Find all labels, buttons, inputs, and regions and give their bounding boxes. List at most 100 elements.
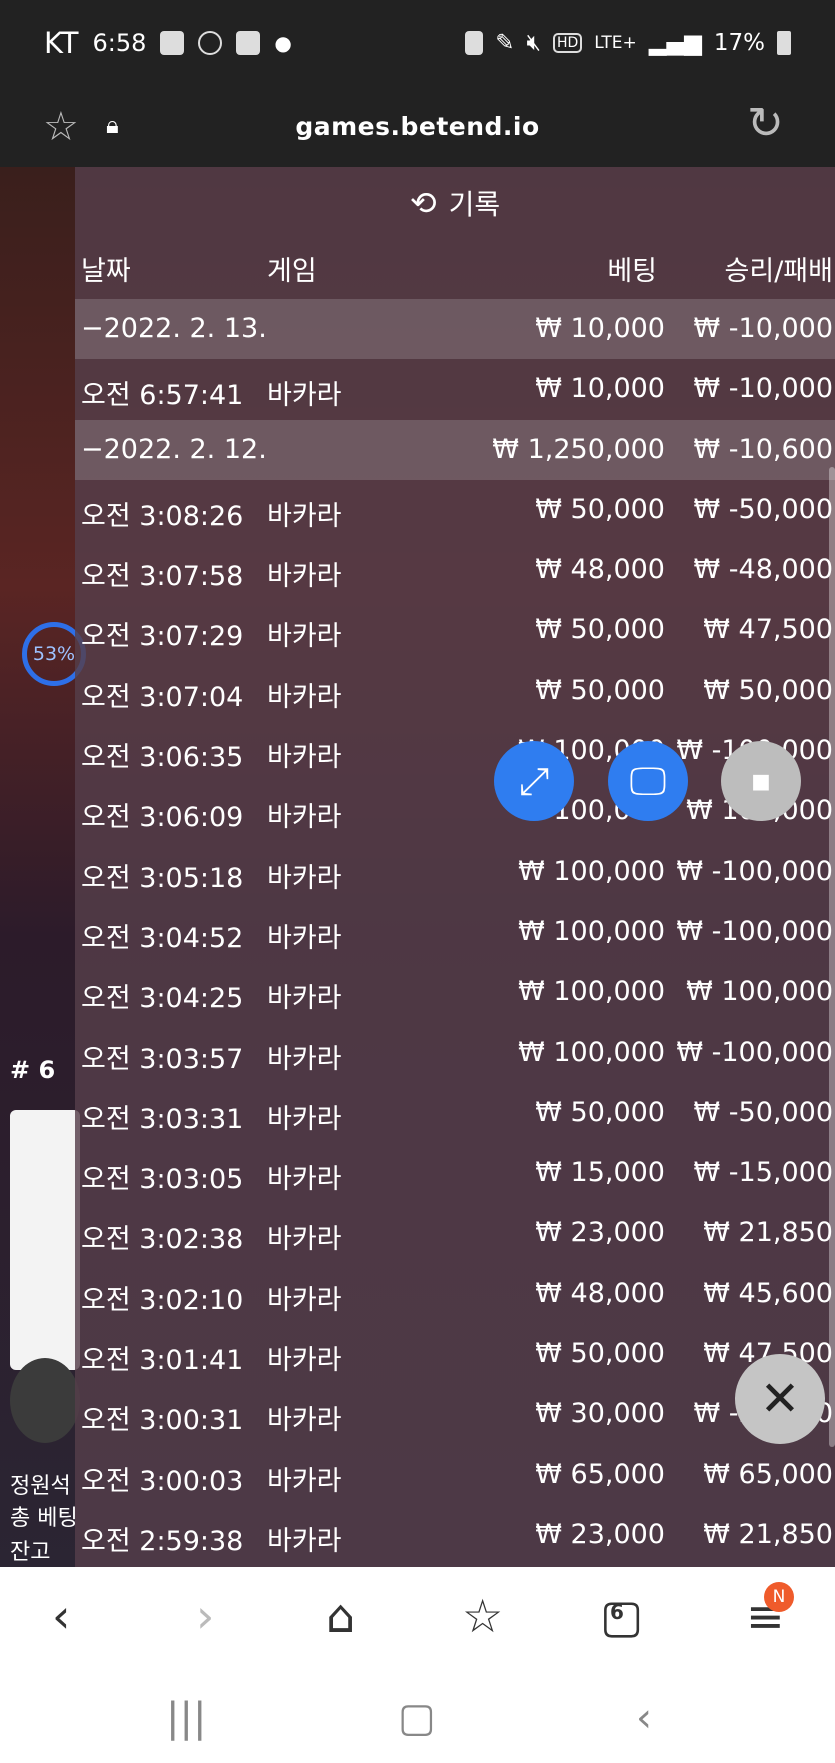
column-headers: 날짜 게임 베팅 승리/패배 (75, 239, 835, 299)
history-rows: −2022. 2. 13. ₩ 10,000 ₩ -10,000 오전 6:57:41… (75, 299, 835, 1565)
monitor-button[interactable]: 🖵︎ (608, 741, 688, 821)
cell-win-loss: ₩ -50,000 (693, 1096, 834, 1128)
cell-win-loss: ₩ 65,000 (703, 1458, 833, 1490)
weather-icon (198, 31, 223, 55)
home-button-icon[interactable]: ▢ (398, 1695, 436, 1741)
cell-win-loss: ₩ -50,000 (693, 493, 834, 525)
cell-game: 바카라 (267, 1345, 342, 1377)
cell-bet: ₩ 50,000 (535, 493, 665, 525)
cell-bet: ₩ 10,000 (535, 313, 665, 344)
cell-game: 바카라 (267, 802, 342, 834)
cell-bet: ₩ 50,000 (535, 1338, 665, 1370)
system-nav-bar: ||| ▢ ‹ (0, 1677, 835, 1763)
cell-date: 오전 3:02:10 (81, 1284, 244, 1316)
col-header-date: 날짜 (81, 256, 131, 287)
cell-date: −2022. 2. 12. (81, 433, 267, 465)
history-row: 오전 3:07:29 바카라 ₩ 50,000 ₩ 47,500 (75, 600, 835, 660)
panel-header: ⟲ 기록 (75, 167, 835, 239)
history-row: 오전 3:02:10 바카라 ₩ 48,000 ₩ 45,600 (75, 1264, 835, 1324)
cell-date: 오전 3:07:04 (81, 681, 244, 713)
total-bet-label: 총 베팅 (10, 1506, 78, 1531)
cell-game: 바카라 (267, 500, 342, 532)
history-icon: ⟲ (409, 184, 437, 222)
cell-date: 오전 3:06:09 (81, 802, 244, 834)
cell-bet: ₩ 50,000 (535, 1096, 665, 1128)
cell-date: 오전 3:03:31 (81, 1103, 244, 1135)
cell-bet: ₩ 100,000 (518, 976, 665, 1008)
shopping-bag-icon (160, 31, 185, 55)
cell-date: 오전 3:02:38 (81, 1224, 244, 1256)
cell-date: 오전 3:06:35 (81, 742, 244, 774)
expand-button[interactable]: ⤢ (494, 741, 574, 821)
cell-game: 바카라 (267, 862, 342, 894)
cell-bet: ₩ 100,000 (518, 855, 665, 887)
cell-date: 오전 3:03:57 (81, 1043, 244, 1075)
cell-bet: ₩ 1,250,000 (492, 433, 665, 465)
dot-icon: ● (274, 31, 292, 55)
scrollbar[interactable] (829, 467, 835, 1447)
system-back-icon[interactable]: ‹ (636, 1695, 652, 1741)
col-header-win-loss: 승리/패배 (724, 256, 833, 287)
cell-win-loss: ₩ -15,000 (693, 1157, 834, 1189)
history-row: 오전 6:57:41 바카라 ₩ 10,000 ₩ -10,000 (75, 359, 835, 419)
history-row: 오전 3:08:26 바카라 ₩ 50,000 ₩ -50,000 (75, 480, 835, 540)
cell-date: 오전 6:57:41 (81, 380, 244, 412)
cell-bet: ₩ 48,000 (535, 554, 665, 586)
history-row: 오전 3:03:57 바카라 ₩ 100,000 ₩ -100,000 (75, 1023, 835, 1083)
history-row: 오전 3:06:09바카라₩ 100,000₩ 100,000 (75, 781, 835, 841)
cell-bet: ₩ 65,000 (535, 1458, 665, 1490)
cell-date: 오전 3:03:05 (81, 1164, 244, 1196)
close-button[interactable]: ✕ (735, 1354, 825, 1444)
mute-icon: 🔇︎ (526, 30, 541, 56)
browser-bottom-nav: ‹ › ⌂ ☆ ▢ ≡ (0, 1567, 835, 1677)
cell-game: 바카라 (267, 1284, 342, 1316)
cell-win-loss: ₩ 21,850 (703, 1217, 833, 1249)
date-group-row: −2022. 2. 13. ₩ 10,000 ₩ -10,000 (75, 299, 835, 360)
cell-date: 오전 3:04:52 (81, 922, 244, 954)
chip-icon[interactable] (10, 1358, 80, 1443)
cell-date: 오전 3:07:29 (81, 621, 244, 653)
forward-icon[interactable]: › (196, 1589, 214, 1643)
cell-game: 바카라 (267, 1043, 342, 1075)
cell-game: 바카라 (267, 1405, 342, 1437)
reload-icon[interactable]: ↻ (747, 98, 784, 149)
history-row: 오전 3:00:03 바카라 ₩ 65,000 ₩ 65,000 (75, 1445, 835, 1505)
scoreboard-card (10, 1110, 80, 1370)
back-icon[interactable]: ‹ (52, 1589, 70, 1643)
url-bar: ☆ 🔒︎ games.betend.io ↻ (0, 86, 835, 167)
cell-date: 오전 3:05:18 (81, 862, 244, 894)
recent-apps-icon[interactable]: ||| (166, 1695, 206, 1741)
cell-date: 오전 3:07:58 (81, 561, 244, 593)
cell-game: 바카라 (267, 983, 342, 1015)
tabs-count: 6 (610, 1600, 624, 1624)
url-text[interactable]: games.betend.io (0, 112, 835, 141)
cell-bet: ₩ 23,000 (535, 1518, 665, 1550)
cell-date: 오전 3:00:31 (81, 1405, 244, 1437)
hd-label: HD (552, 33, 583, 53)
battery-label: 17% (713, 30, 765, 56)
history-row: 오전 3:01:41 바카라 ₩ 50,000 ₩ 47,500 (75, 1324, 835, 1384)
recycle-icon (465, 31, 484, 55)
history-panel: ⟲ 기록 날짜 게임 베팅 승리/패배 −2022. 2. 13. ₩ 10,00… (75, 167, 835, 1567)
col-header-game: 게임 (267, 256, 317, 287)
cell-game: 바카라 (267, 742, 342, 774)
cell-win-loss: ₩ -10,000 (693, 373, 834, 405)
stop-button[interactable]: ⏹︎ (721, 741, 801, 821)
bookmarks-icon[interactable]: ☆ (462, 1589, 503, 1643)
cell-game: 바카라 (267, 1525, 342, 1557)
cell-game: 바카라 (267, 1103, 342, 1135)
cell-win-loss: ₩ -100,000 (676, 1036, 833, 1068)
cell-win-loss: ₩ -10,000 (693, 313, 834, 344)
battery-icon (777, 31, 791, 55)
history-row: 오전 3:02:38 바카라 ₩ 23,000 ₩ 21,850 (75, 1203, 835, 1263)
cell-date: −2022. 2. 13. (81, 313, 267, 344)
home-icon[interactable]: ⌂ (326, 1589, 355, 1643)
cell-date: 오전 3:04:25 (81, 983, 244, 1015)
notification-badge: N (764, 1582, 794, 1612)
cell-bet: ₩ 30,000 (535, 1398, 665, 1430)
cell-win-loss: ₩ 100,000 (686, 976, 833, 1008)
pen-icon: ✎ (495, 30, 515, 56)
history-row: 오전 3:03:05 바카라 ₩ 15,000 ₩ -15,000 (75, 1143, 835, 1203)
cell-win-loss: ₩ -100,000 (676, 915, 833, 947)
youtube-icon (236, 31, 261, 55)
